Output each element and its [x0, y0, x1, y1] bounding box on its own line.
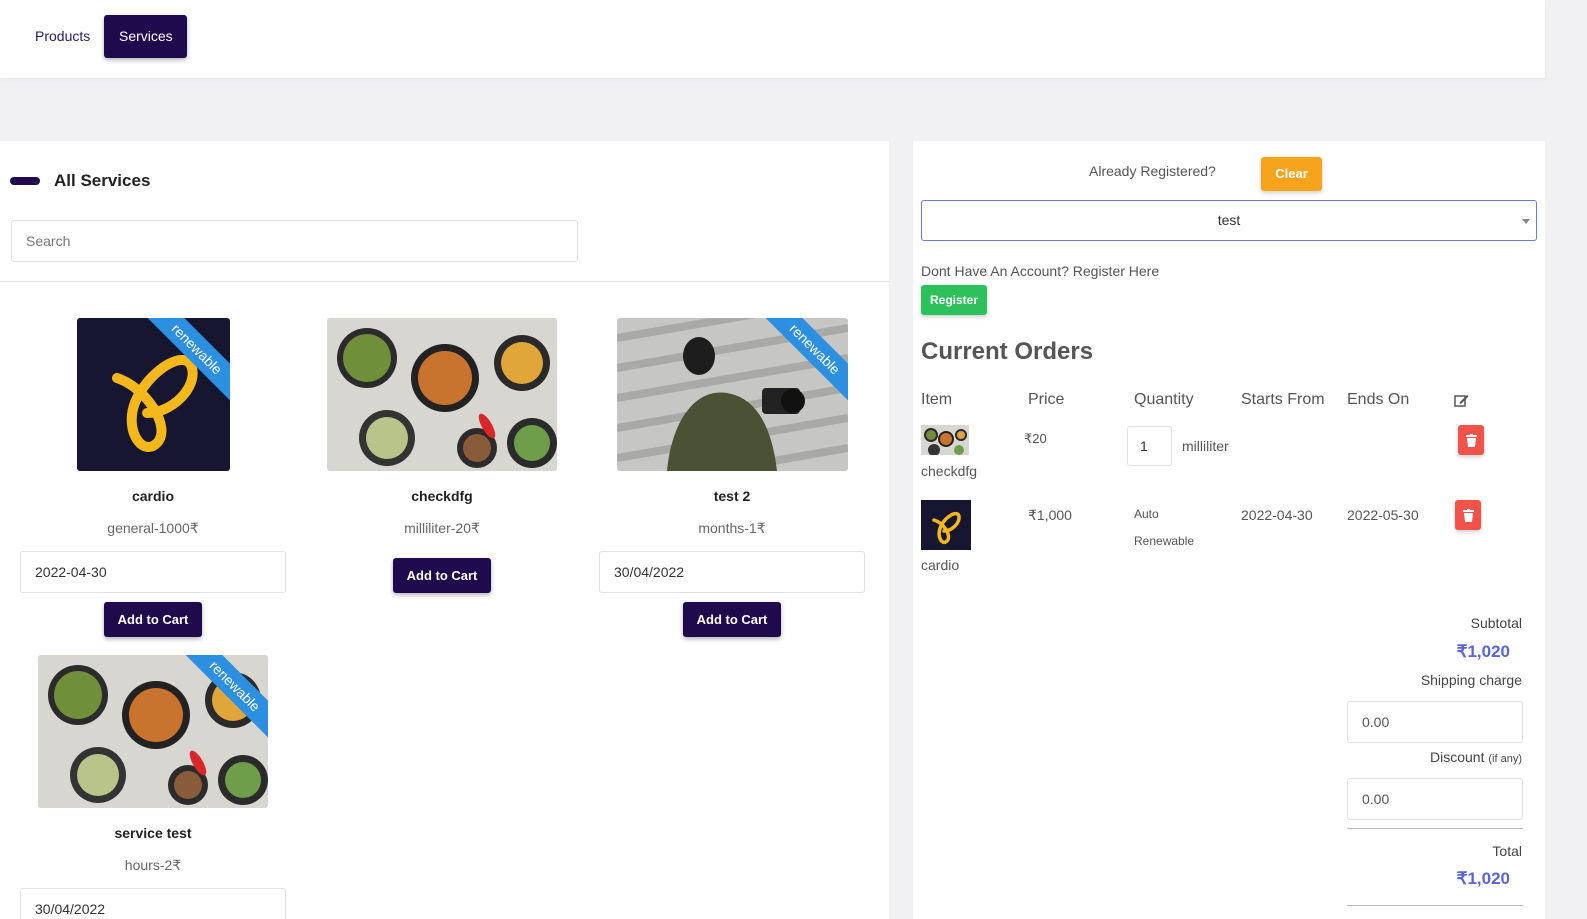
add-to-cart-button[interactable]: Add to Cart [392, 558, 492, 593]
shipping-charge-input[interactable]: 0.00 [1347, 701, 1523, 743]
cart-panel: Already Registered? Clear test Dont Have… [913, 141, 1545, 919]
service-unit-price: milliliter-20₹ [404, 520, 480, 536]
register-button[interactable]: Register [921, 285, 987, 315]
subtotal-label: Subtotal [1470, 615, 1522, 631]
service-unit-price: months-1₹ [698, 520, 766, 536]
service-image-test-2: renewable [616, 318, 848, 471]
order-item-end-date: 2022-05-30 [1347, 507, 1419, 523]
col-header-quantity: Quantity [1134, 391, 1194, 408]
edit-icon[interactable] [1454, 393, 1469, 408]
service-unit-price: hours-2₹ [124, 857, 182, 873]
service-name: cardio [131, 488, 174, 504]
discount-input[interactable]: 0.00 [1347, 778, 1523, 820]
order-item-name: cardio [921, 557, 960, 573]
order-item-renewal: Auto [1134, 507, 1159, 521]
search-input[interactable] [11, 220, 578, 262]
service-name: service test [114, 825, 192, 841]
order-item-unit: milliliter [1182, 438, 1229, 454]
discount-label: Discount (if any) [1430, 749, 1522, 765]
service-name: checkdfg [411, 488, 473, 504]
quantity-input[interactable]: 1 [1127, 426, 1172, 466]
col-header-starts: Starts From [1241, 391, 1325, 408]
order-item-thumbnail [921, 425, 969, 455]
food-thumbnail-icon [921, 425, 969, 455]
order-item-thumbnail [921, 500, 971, 550]
divider [0, 281, 889, 282]
shipping-label: Shipping charge [1420, 672, 1522, 688]
discount-label-text: Discount [1430, 749, 1485, 765]
tab-services[interactable]: Services [104, 15, 187, 58]
start-date-field[interactable]: 2022-04-30 [20, 551, 286, 593]
section-header: All Services [10, 171, 150, 191]
no-account-text: Dont Have An Account? Register Here [921, 263, 1160, 279]
service-image-service-test: renewable [38, 655, 268, 808]
customer-select-value: test [1217, 212, 1241, 228]
add-to-cart-button[interactable]: Add to Cart [682, 602, 782, 637]
add-to-cart-button[interactable]: Add to Cart [103, 602, 203, 637]
total-value: ₹1,020 [1456, 869, 1510, 888]
summary-divider [1347, 828, 1523, 829]
service-image-checkdfg [327, 318, 557, 471]
customer-select[interactable]: test [921, 200, 1537, 241]
already-registered-label: Already Registered? [1089, 163, 1216, 179]
order-item-start-date: 2022-04-30 [1241, 507, 1313, 523]
service-name: test 2 [713, 488, 751, 504]
service-unit-price: general-1000₹ [107, 520, 199, 536]
clear-button[interactable]: Clear [1261, 157, 1322, 191]
section-title: All Services [54, 171, 151, 190]
orders-title: Current Orders [921, 338, 1094, 365]
total-label: Total [1492, 843, 1522, 859]
discount-note: (if any) [1488, 753, 1522, 765]
col-header-item: Item [921, 391, 953, 408]
col-header-ends: Ends On [1347, 391, 1410, 408]
delete-button[interactable] [1455, 500, 1481, 530]
start-date-field[interactable]: 30/04/2022 [20, 888, 286, 919]
service-card: renewable cardio general-1000₹ 2022-04-3… [8, 318, 298, 637]
chevron-down-icon [1522, 219, 1530, 224]
order-item-price: ₹1,000 [1028, 507, 1072, 523]
service-card: renewable service test hours-2₹ 30/04/20… [8, 655, 298, 919]
order-item-price: ₹20 [1024, 431, 1047, 446]
delete-button[interactable] [1458, 425, 1484, 455]
service-card: checkdfg milliliter-20₹ Add to Cart [297, 318, 587, 593]
service-image-cardio: renewable [76, 318, 230, 471]
order-item-renewal-2: Renewable [1134, 534, 1195, 548]
top-nav: Products Services [0, 0, 1545, 78]
trash-icon [1465, 433, 1477, 447]
col-header-price: Price [1028, 391, 1065, 408]
summary-divider [1347, 905, 1523, 906]
trash-icon [1462, 508, 1474, 522]
subtotal-value: ₹1,020 [1456, 642, 1510, 661]
tab-products[interactable]: Products [20, 15, 105, 58]
food-photo-icon [327, 318, 557, 471]
brand-logo-icon [932, 511, 961, 544]
start-date-field[interactable]: 30/04/2022 [599, 551, 865, 593]
order-item-name: checkdfg [921, 463, 978, 479]
section-accent-bar [10, 177, 40, 185]
service-card: renewable test 2 months-1₹ 30/04/2022 Ad… [587, 318, 877, 637]
services-panel: All Services renewable cardio general-10… [0, 141, 889, 919]
